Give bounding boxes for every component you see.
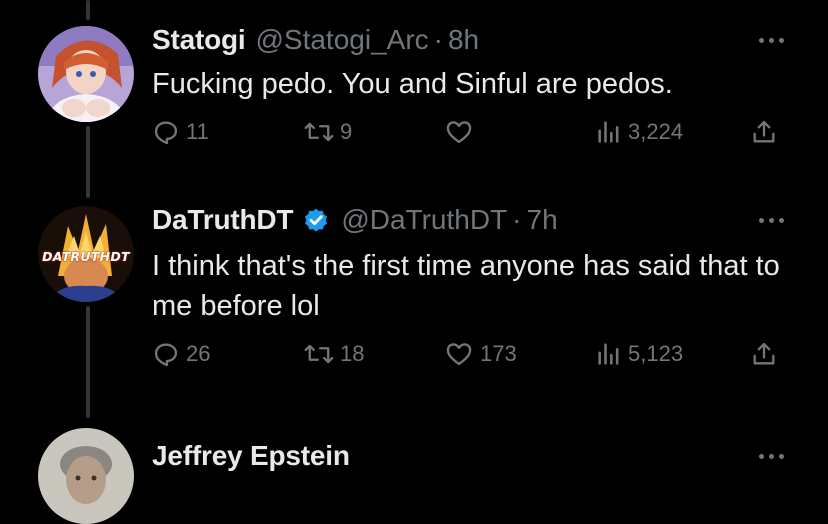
more-icon[interactable] (759, 38, 784, 43)
like-icon (444, 340, 474, 368)
tweet[interactable]: Jeffrey Epstein (0, 418, 828, 524)
reply-count: 26 (186, 341, 211, 366)
user-handle[interactable]: @DaTruthDT (341, 204, 507, 236)
repost-button[interactable]: 18 (304, 340, 364, 368)
repost-icon (304, 340, 334, 368)
reply-icon (152, 118, 180, 146)
view-count: 5,123 (628, 341, 684, 366)
like-button[interactable]: 173 (444, 340, 517, 368)
action-bar: 11 9 3,224 (152, 118, 792, 158)
tweet-header: Jeffrey Epstein (152, 436, 350, 476)
repost-button[interactable]: 9 (304, 118, 352, 146)
view-count: 3,224 (628, 119, 684, 144)
display-name[interactable]: Statogi (152, 24, 246, 56)
like-button[interactable] (444, 118, 480, 146)
share-icon (750, 118, 778, 146)
views-button[interactable]: 5,123 (596, 340, 683, 368)
user-handle[interactable]: @Statogi_Arc (255, 24, 428, 56)
tweet-header: DaTruthDT @DaTruthDT · 7h (152, 200, 558, 240)
views-button[interactable]: 3,224 (596, 118, 683, 146)
reply-count: 11 (186, 119, 209, 144)
display-name[interactable]: DaTruthDT (152, 204, 294, 236)
display-name[interactable]: Jeffrey Epstein (152, 440, 350, 472)
timestamp[interactable]: 8h (448, 24, 479, 56)
tweet-text: I think that's the first time anyone has… (152, 250, 780, 322)
like-count: 173 (480, 341, 517, 366)
avatar[interactable] (38, 428, 134, 524)
avatar[interactable] (38, 26, 134, 122)
timestamp[interactable]: 7h (527, 204, 558, 236)
tweet-header: Statogi @Statogi_Arc · 8h (152, 20, 479, 60)
views-icon (596, 340, 622, 368)
separator-dot: · (512, 204, 522, 235)
repost-icon (304, 118, 334, 146)
avatar-logo-text: DATRUTHDT (42, 249, 130, 264)
reply-button[interactable]: 11 (152, 118, 209, 146)
verified-badge-icon (301, 205, 331, 235)
share-button[interactable] (750, 340, 778, 368)
repost-count: 9 (340, 119, 353, 144)
repost-count: 18 (340, 341, 365, 366)
avatar[interactable]: DATRUTHDT (38, 206, 134, 302)
share-button[interactable] (750, 118, 778, 146)
more-icon[interactable] (759, 218, 784, 223)
more-icon[interactable] (759, 454, 784, 459)
share-icon (750, 340, 778, 368)
reply-icon (152, 340, 180, 368)
views-icon (596, 118, 622, 146)
separator-dot: · (433, 24, 443, 55)
tweet[interactable]: DATRUTHDT DaTruthDT @DaTruthDT · 7h I th… (0, 200, 828, 418)
tweet-text: Fucking pedo. You and Sinful are pedos. (152, 68, 673, 100)
action-bar: 26 18 173 5,123 (152, 340, 792, 380)
reply-button[interactable]: 26 (152, 340, 210, 368)
tweet[interactable]: Statogi @Statogi_Arc · 8h Fucking pedo. … (0, 0, 828, 200)
like-icon (444, 118, 474, 146)
